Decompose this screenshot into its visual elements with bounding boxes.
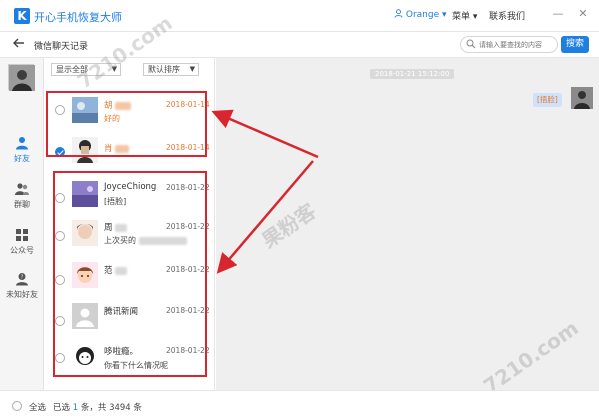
select-all-label[interactable]: 全选	[29, 401, 46, 413]
annotation-arrows	[211, 109, 319, 274]
select-all-checkbox[interactable]	[12, 401, 22, 411]
arrow-to-normal-box	[216, 160, 314, 274]
footer-bar: 全选 已选 1 条，共 3494 条	[0, 390, 599, 420]
arrow-to-deleted-box	[211, 109, 319, 159]
selection-count: 已选 1 条，共 3494 条	[53, 403, 142, 413]
